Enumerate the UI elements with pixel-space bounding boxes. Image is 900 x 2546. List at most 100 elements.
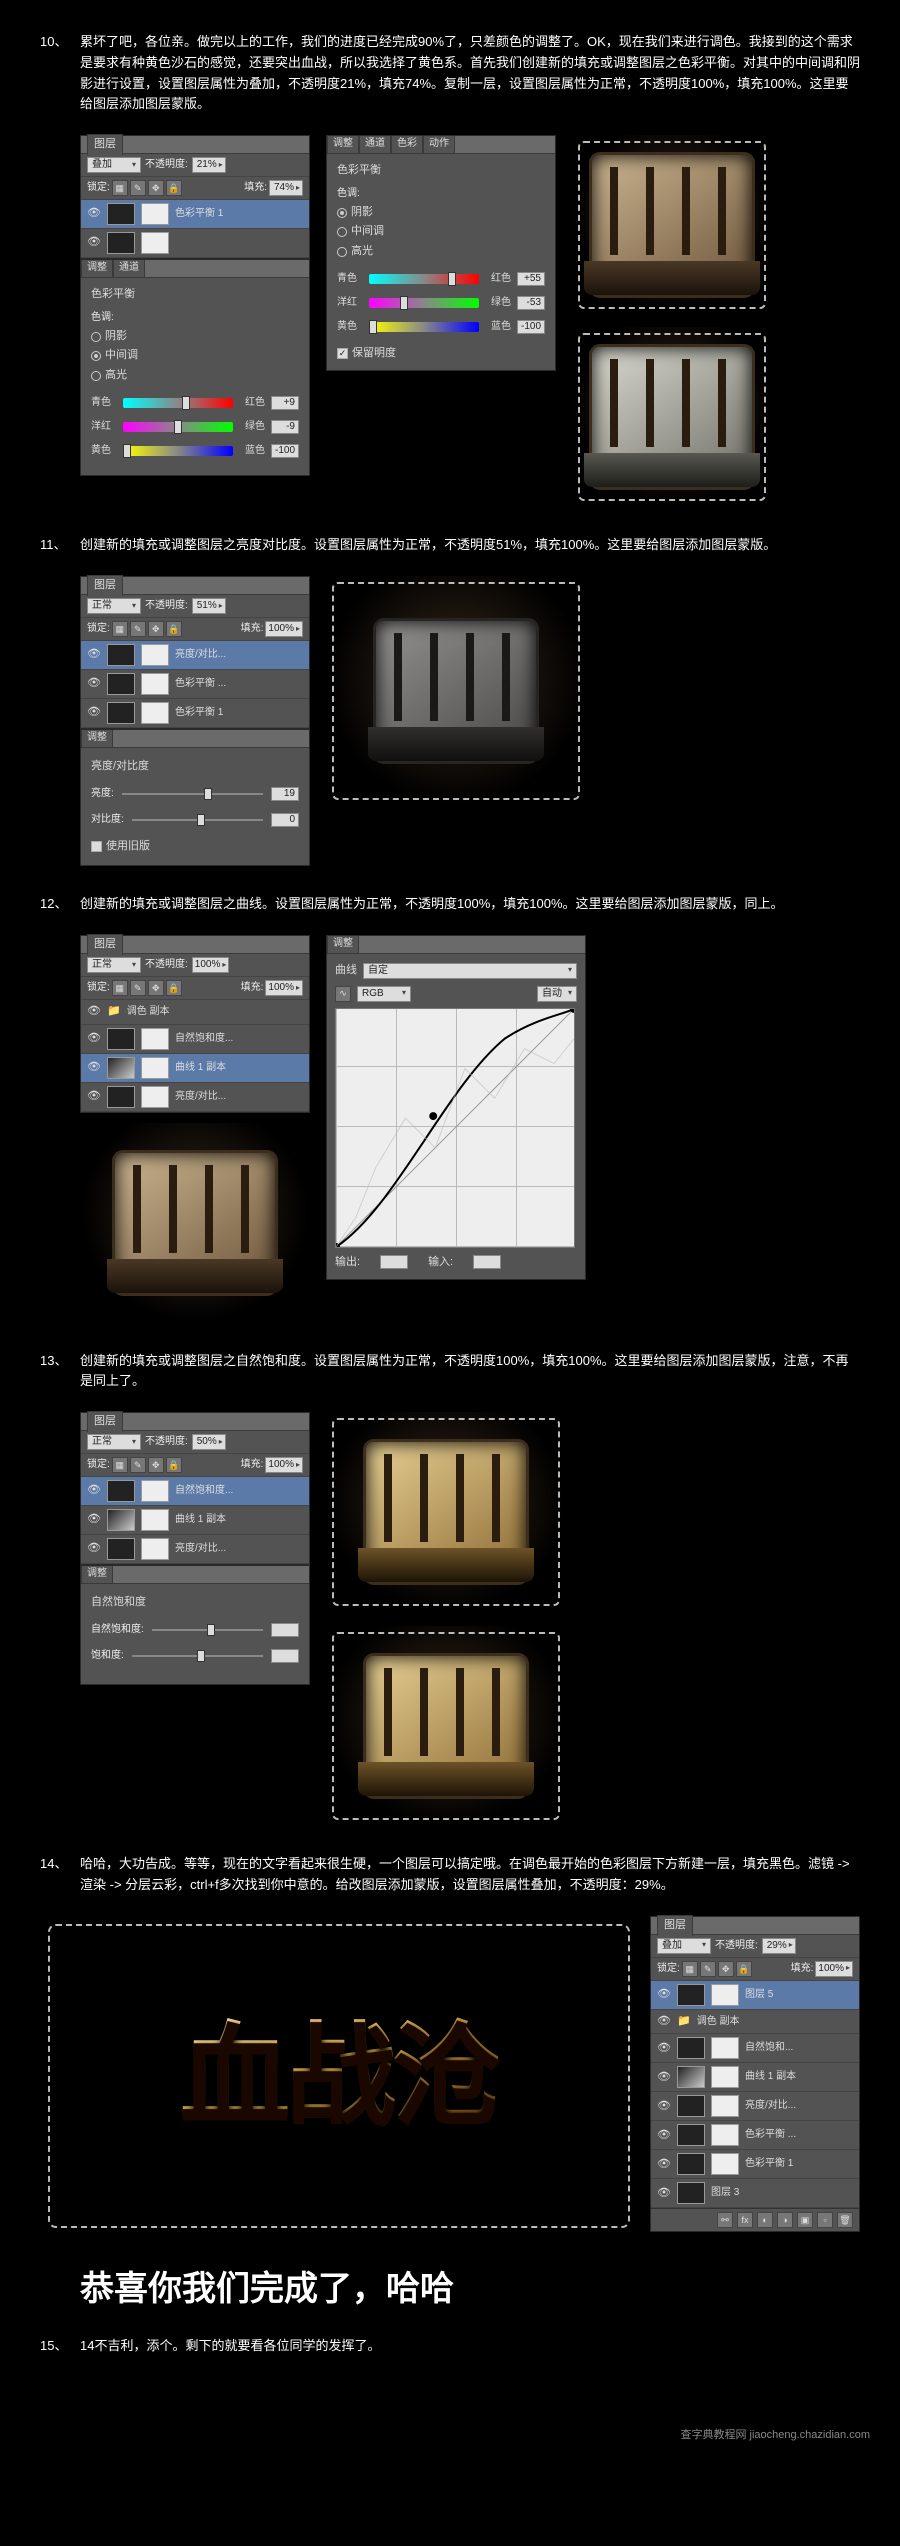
layer-row[interactable]: 👁曲线 1 副本	[81, 1054, 309, 1083]
blend-mode-select[interactable]: 正常	[87, 598, 141, 614]
layer-row[interactable]: 👁曲线 1 副本	[81, 1506, 309, 1535]
blend-mode-select[interactable]: 正常	[87, 1434, 141, 1450]
fill-value[interactable]: 100%	[265, 1457, 303, 1473]
tab-layers[interactable]: 图层	[657, 1915, 693, 1936]
radio-highlights[interactable]	[337, 247, 347, 257]
tab-layers[interactable]: 图层	[87, 1411, 123, 1432]
new-layer-icon[interactable]: ▫	[817, 2212, 833, 2228]
radio-shadows[interactable]	[91, 332, 101, 342]
adjustment-icon[interactable]: ◑	[777, 2212, 793, 2228]
cyan-red-slider[interactable]	[123, 398, 233, 408]
tab-layers[interactable]: 图层	[87, 575, 123, 596]
preserve-luminosity-check[interactable]: ✓	[337, 348, 348, 359]
brightness-slider[interactable]	[122, 793, 263, 795]
visibility-icon[interactable]: 👁	[657, 2128, 671, 2142]
slider-value[interactable]: +9	[271, 396, 299, 410]
contrast-value[interactable]: 0	[271, 813, 299, 827]
preset-select[interactable]: 自定	[363, 963, 577, 979]
auto-button[interactable]: 自动	[537, 986, 577, 1002]
lock-icon[interactable]: 🔒	[166, 621, 182, 637]
layer-row[interactable]: 👁图层 5	[651, 1981, 859, 2010]
visibility-icon[interactable]: 👁	[87, 1484, 101, 1498]
tab[interactable]: 调整	[327, 136, 359, 153]
visibility-icon[interactable]: 👁	[87, 1061, 101, 1075]
trash-icon[interactable]: 🗑	[837, 2212, 853, 2228]
layer-row[interactable]: 👁自然饱和度...	[81, 1025, 309, 1054]
visibility-icon[interactable]: 👁	[657, 2186, 671, 2200]
tab[interactable]: 调整	[81, 260, 113, 277]
contrast-slider[interactable]	[132, 819, 263, 821]
layer-row[interactable]: 👁色彩平衡 1	[81, 699, 309, 728]
legacy-check[interactable]	[91, 841, 102, 852]
fill-value[interactable]: 100%	[265, 621, 303, 637]
radio-midtones[interactable]	[337, 227, 347, 237]
layer-group-row[interactable]: 👁📁调色 副本	[651, 2010, 859, 2035]
blend-mode-select[interactable]: 叠加	[657, 1938, 711, 1954]
layer-row[interactable]: 👁色彩平衡 1	[651, 2150, 859, 2179]
lock-all-icon[interactable]: 🔒	[166, 180, 182, 196]
edit-points-icon[interactable]: ∿	[335, 986, 351, 1002]
saturation-value[interactable]	[271, 1649, 299, 1663]
lock-icon[interactable]: ▦	[112, 621, 128, 637]
opacity-value[interactable]: 29%	[762, 1938, 796, 1954]
output-value[interactable]	[380, 1255, 408, 1269]
layer-row[interactable]: 👁曲线 1 副本	[651, 2063, 859, 2092]
lock-icon[interactable]: ▦	[112, 980, 128, 996]
visibility-icon[interactable]: 👁	[87, 1005, 101, 1019]
channel-select[interactable]: RGB	[357, 986, 411, 1002]
lock-icon[interactable]: ▦	[682, 1961, 698, 1977]
visibility-icon[interactable]: 👁	[657, 2099, 671, 2113]
tab[interactable]: 通道	[113, 260, 145, 277]
fill-value[interactable]: 100%	[265, 980, 303, 996]
lock-icon[interactable]: 🔒	[736, 1961, 752, 1977]
cyan-red-slider[interactable]	[369, 274, 479, 284]
yellow-blue-slider[interactable]	[369, 322, 479, 332]
radio-midtones[interactable]	[91, 351, 101, 361]
fx-icon[interactable]: fx	[737, 2212, 753, 2228]
slider-value[interactable]: -100	[517, 320, 545, 334]
slider-value[interactable]: +55	[517, 272, 545, 286]
lock-icon[interactable]: ✥	[148, 621, 164, 637]
tab-layers[interactable]: 图层	[87, 934, 123, 955]
visibility-icon[interactable]: 👁	[87, 1542, 101, 1556]
tab[interactable]: 色彩	[391, 136, 423, 153]
lock-paint-icon[interactable]: ✎	[130, 180, 146, 196]
lock-icon[interactable]: ✥	[718, 1961, 734, 1977]
visibility-icon[interactable]: 👁	[87, 1032, 101, 1046]
visibility-icon[interactable]: 👁	[87, 648, 101, 662]
link-icon[interactable]: ⚯	[717, 2212, 733, 2228]
layer-row[interactable]: 👁色彩平衡 ...	[81, 670, 309, 699]
visibility-icon[interactable]: 👁	[87, 1513, 101, 1527]
layer-row[interactable]: 👁图层 3	[651, 2179, 859, 2208]
visibility-icon[interactable]: 👁	[87, 236, 101, 250]
layer-row[interactable]: 👁自然饱和...	[651, 2034, 859, 2063]
saturation-slider[interactable]	[132, 1655, 263, 1657]
layer-row[interactable]: 👁自然饱和度...	[81, 1477, 309, 1506]
layer-row[interactable]: 👁亮度/对比...	[81, 641, 309, 670]
tab[interactable]: 调整	[327, 936, 359, 953]
visibility-icon[interactable]: 👁	[657, 2041, 671, 2055]
visibility-icon[interactable]: 👁	[657, 1988, 671, 2002]
opacity-value[interactable]: 100%	[192, 957, 230, 973]
visibility-icon[interactable]: 👁	[87, 677, 101, 691]
tab[interactable]: 动作	[423, 136, 455, 153]
curves-graph[interactable]	[335, 1008, 575, 1248]
visibility-icon[interactable]: 👁	[87, 207, 101, 221]
radio-shadows[interactable]	[337, 208, 347, 218]
layer-row[interactable]: 👁亮度/对比...	[651, 2092, 859, 2121]
blend-mode-select[interactable]: 正常	[87, 957, 141, 973]
lock-transparent-icon[interactable]: ▦	[112, 180, 128, 196]
magenta-green-slider[interactable]	[123, 422, 233, 432]
tab[interactable]: 通道	[359, 136, 391, 153]
lock-icon[interactable]: ✎	[700, 1961, 716, 1977]
magenta-green-slider[interactable]	[369, 298, 479, 308]
tab-layers[interactable]: 图层	[87, 134, 123, 155]
tab[interactable]: 调整	[81, 730, 113, 747]
lock-icon[interactable]: ✥	[148, 980, 164, 996]
layer-row[interactable]: 👁 色彩平衡 1	[81, 200, 309, 229]
fill-value[interactable]: 100%	[815, 1961, 853, 1977]
visibility-icon[interactable]: 👁	[87, 1090, 101, 1104]
layer-row[interactable]: 👁色彩平衡 ...	[651, 2121, 859, 2150]
slider-value[interactable]: -53	[517, 296, 545, 310]
lock-icon[interactable]: ▦	[112, 1457, 128, 1473]
